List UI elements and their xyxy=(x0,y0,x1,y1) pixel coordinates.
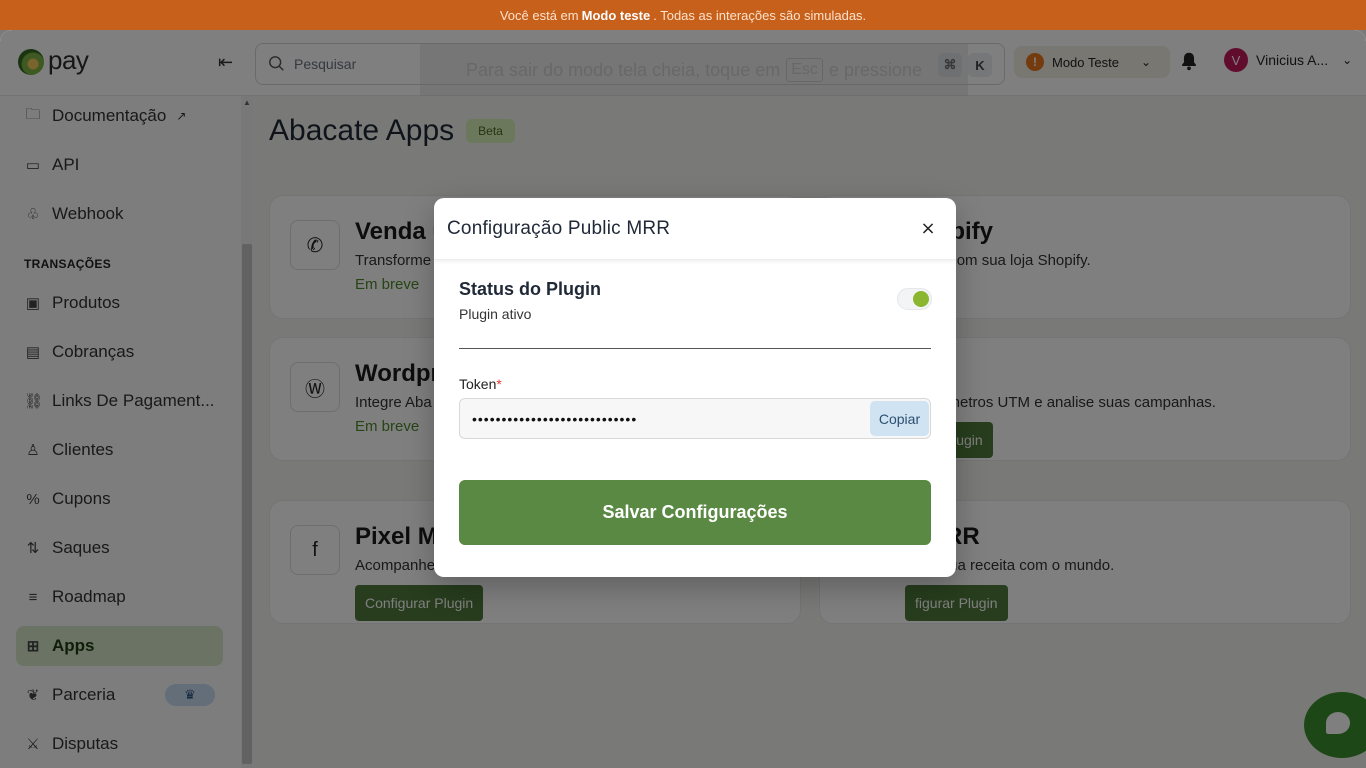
toggle-knob xyxy=(913,291,929,307)
status-subtitle: Plugin ativo xyxy=(459,306,532,322)
status-title: Status do Plugin xyxy=(459,279,601,299)
banner-suffix: . Todas as interações são simuladas. xyxy=(653,7,867,23)
close-icon[interactable]: × xyxy=(918,217,938,239)
token-label-text: Token xyxy=(459,376,497,392)
modal-header: Configuração Public MRR × xyxy=(434,198,956,260)
plugin-status-toggle[interactable] xyxy=(897,288,932,310)
token-field: Copiar xyxy=(459,398,931,439)
banner-prefix: Você está em xyxy=(499,7,579,23)
banner-mode: Modo teste xyxy=(581,7,651,23)
divider xyxy=(459,348,931,349)
save-settings-button[interactable]: Salvar Configurações xyxy=(459,480,931,545)
copy-button[interactable]: Copiar xyxy=(870,401,929,436)
modal-title: Configuração Public MRR xyxy=(447,218,671,239)
required-mark: * xyxy=(496,376,502,392)
test-mode-banner: Você está em Modo teste . Todas as inter… xyxy=(0,0,1366,30)
config-modal: Configuração Public MRR × Status do Plug… xyxy=(434,198,956,577)
token-label: Token* xyxy=(459,376,502,392)
token-input[interactable] xyxy=(472,409,852,429)
